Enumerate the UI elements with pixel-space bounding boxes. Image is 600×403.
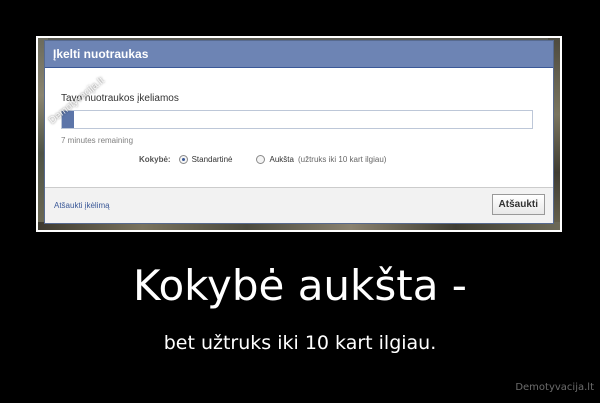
quality-option-high[interactable]: Aukšta (užtruks iki 10 kart ilgiau) [256,155,386,164]
quality-label: Kokybė: [139,155,171,164]
site-credit: Demotyvacija.lt [515,382,594,393]
quality-option-hint: (užtruks iki 10 kart ilgiau) [297,155,387,164]
cancel-upload-link[interactable]: Atšaukti įkėlimą [54,201,110,210]
demotivator-poster: Įkelti nuotraukas Tavo nuotraukos įkelia… [0,0,600,403]
cancel-button[interactable]: Atšaukti [491,194,545,215]
poster-headline: Kokybė aukšta - [133,261,467,310]
dialog-footer: Atšaukti įkėlimą Atšaukti [45,187,553,223]
progress-fill [62,111,74,128]
poster-subline: bet užtruks iki 10 kart ilgiau. [163,332,437,354]
dialog-body: Tavo nuotraukos įkeliamos 7 minutes rema… [45,68,553,188]
progress-label: Tavo nuotraukos įkeliamos [61,93,179,104]
time-remaining: 7 minutes remaining [61,136,134,145]
dialog-title: Įkelti nuotraukas [45,41,553,68]
radio-selected-icon[interactable] [178,155,188,164]
screenshot-frame: Įkelti nuotraukas Tavo nuotraukos įkelia… [36,36,562,232]
upload-progress-bar [61,110,533,129]
quality-option-label: Standartinė [191,155,233,164]
radio-unselected-icon[interactable] [256,155,266,164]
quality-selector: Kokybė: Standartinė Aukšta (užtruks iki … [139,155,410,164]
quality-option-label: Aukšta [269,155,294,164]
quality-option-standard[interactable]: Standartinė [178,155,233,164]
upload-dialog: Įkelti nuotraukas Tavo nuotraukos įkelia… [44,40,554,224]
